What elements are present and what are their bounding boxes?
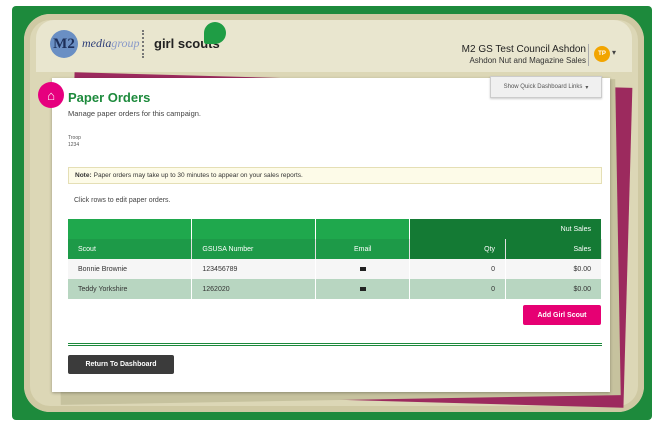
column-header-qty[interactable]: Qty bbox=[409, 239, 507, 259]
council-sale-name: Ashdon Nut and Magazine Sales bbox=[469, 56, 586, 65]
cell-scout: Teddy Yorkshire bbox=[68, 279, 193, 299]
group-header-nut-sales: Nut Sales bbox=[409, 219, 602, 239]
table-header-row: Scout GSUSA Number Email Qty Sales bbox=[68, 239, 602, 259]
table-group-header-row: Nut Sales bbox=[68, 219, 602, 239]
cell-scout: Bonnie Brownie bbox=[68, 259, 193, 279]
email-icon[interactable] bbox=[315, 259, 411, 279]
council-name: M2 GS Test Council Ashdon bbox=[461, 44, 586, 55]
quick-dashboard-links-button[interactable]: Show Quick Dashboard Links ▾ bbox=[490, 76, 602, 98]
click-rows-hint: Click rows to edit paper orders. bbox=[74, 197, 171, 204]
caret-down-icon: ▾ bbox=[585, 84, 589, 91]
m2-logo-icon[interactable]: M2 bbox=[50, 30, 78, 58]
mediagroup-logo[interactable]: mediagroup bbox=[82, 36, 140, 51]
column-header-sales[interactable]: Sales bbox=[505, 239, 602, 259]
group-header-blank bbox=[191, 219, 317, 239]
home-icon[interactable]: ⌂ bbox=[38, 82, 64, 108]
page-subtitle: Manage paper orders for this campaign. bbox=[68, 109, 201, 118]
note-banner: Note: Paper orders may take up to 30 min… bbox=[68, 167, 602, 184]
council-divider bbox=[588, 44, 589, 66]
column-header-gsusa-number[interactable]: GSUSA Number bbox=[191, 239, 317, 259]
group-header-blank bbox=[68, 219, 193, 239]
logo-media-text: media bbox=[82, 36, 112, 50]
note-label: Note: bbox=[75, 172, 92, 179]
quick-links-label: Show Quick Dashboard Links bbox=[503, 84, 583, 90]
troop-label: Troop bbox=[68, 135, 81, 141]
girl-scouts-trefoil-icon bbox=[204, 22, 226, 44]
page-title: Paper Orders bbox=[68, 90, 151, 105]
logo-group-text: group bbox=[111, 36, 140, 50]
cell-gsusa-number: 1262020 bbox=[191, 279, 317, 299]
cell-qty: 0 bbox=[409, 259, 507, 279]
troop-number: 1234 bbox=[68, 142, 80, 148]
user-avatar[interactable]: TP bbox=[594, 46, 610, 62]
section-divider bbox=[68, 343, 602, 346]
table-row[interactable]: Teddy Yorkshire 1262020 0 $0.00 bbox=[68, 279, 602, 299]
column-header-scout[interactable]: Scout bbox=[68, 239, 193, 259]
note-text: Paper orders may take up to 30 minutes t… bbox=[93, 172, 303, 179]
cell-sales: $0.00 bbox=[505, 259, 602, 279]
return-to-dashboard-button[interactable]: Return To Dashboard bbox=[68, 355, 174, 374]
cell-qty: 0 bbox=[409, 279, 507, 299]
paper-orders-table: Nut Sales Scout GSUSA Number Email Qty S… bbox=[68, 219, 602, 299]
cell-sales: $0.00 bbox=[505, 279, 602, 299]
cell-gsusa-number: 123456789 bbox=[191, 259, 317, 279]
column-header-email[interactable]: Email bbox=[315, 239, 411, 259]
table-row[interactable]: Bonnie Brownie 123456789 0 $0.00 bbox=[68, 259, 602, 279]
council-info: M2 GS Test Council Ashdon Ashdon Nut and… bbox=[462, 44, 586, 66]
email-icon[interactable] bbox=[315, 279, 411, 299]
chevron-down-icon[interactable]: ▾ bbox=[612, 48, 616, 57]
logo-divider bbox=[142, 30, 144, 58]
group-header-blank bbox=[315, 219, 411, 239]
add-girl-scout-button[interactable]: Add Girl Scout bbox=[523, 305, 601, 325]
